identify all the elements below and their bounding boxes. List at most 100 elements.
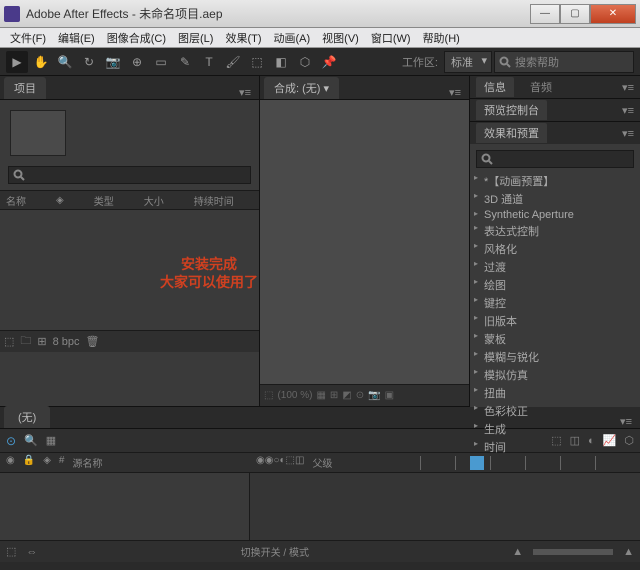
effect-category[interactable]: 扭曲 [470, 384, 640, 402]
menu-help[interactable]: 帮助(H) [417, 28, 466, 48]
hand-tool[interactable]: ✋ [30, 51, 52, 73]
eye-col-icon[interactable]: ◉ [6, 455, 15, 470]
toggle-switches-icon[interactable]: ⬚ [6, 545, 16, 558]
menu-window[interactable]: 窗口(W) [365, 28, 417, 48]
tab-info[interactable]: 信息 [476, 77, 514, 97]
effects-search[interactable] [476, 150, 634, 168]
interpret-icon[interactable]: ⬚ [4, 335, 14, 348]
lock-col-icon[interactable]: 🔒 [23, 455, 35, 470]
effect-category[interactable]: 色彩校正 [470, 402, 640, 420]
comp-mini-icon[interactable]: ▦ [46, 434, 56, 447]
eraser-tool[interactable]: ◧ [270, 51, 292, 73]
rect-tool[interactable]: ▭ [150, 51, 172, 73]
zoom-slider-in-icon[interactable]: ▲ [623, 546, 634, 558]
effect-category[interactable]: 表达式控制 [470, 222, 640, 240]
menu-animation[interactable]: 动画(A) [268, 28, 317, 48]
new-comp-icon[interactable]: ⊞ [37, 335, 46, 348]
camera-tool[interactable]: 📷 [102, 51, 124, 73]
magnify-icon[interactable]: ⬚ [264, 390, 273, 401]
zoom-value[interactable]: (100 %) [277, 390, 312, 401]
effect-category[interactable]: 旧版本 [470, 312, 640, 330]
preview-menu-icon[interactable]: ▾≡ [622, 104, 634, 117]
maximize-button[interactable]: ▢ [560, 4, 590, 24]
rotate-tool[interactable]: ↻ [78, 51, 100, 73]
tab-audio[interactable]: 音频 [522, 77, 560, 97]
tab-preview[interactable]: 预览控制台 [476, 100, 547, 120]
project-panel-menu-icon[interactable]: ▾≡ [235, 86, 255, 99]
brush-tool[interactable]: 🖌 [222, 51, 244, 73]
text-tool[interactable]: T [198, 51, 220, 73]
time-indicator[interactable] [470, 456, 484, 470]
effect-category[interactable]: 蒙板 [470, 330, 640, 348]
tab-timeline[interactable]: (无) [4, 406, 50, 428]
effects-menu-icon[interactable]: ▾≡ [622, 127, 634, 140]
time-icon[interactable]: ⊙ [356, 390, 364, 401]
effect-category[interactable]: 风格化 [470, 240, 640, 258]
pen-tool[interactable]: ✎ [174, 51, 196, 73]
grid-icon[interactable]: ⊞ [330, 390, 338, 401]
effect-category[interactable]: Synthetic Aperture [470, 208, 640, 222]
col-duration[interactable]: 持续时间 [194, 193, 234, 208]
menu-effect[interactable]: 效果(T) [219, 28, 267, 48]
effect-category[interactable]: 键控 [470, 294, 640, 312]
tab-composition[interactable]: 合成: (无) ▾ [264, 77, 339, 99]
composition-viewer[interactable] [260, 100, 469, 384]
layer-list[interactable] [0, 473, 250, 540]
close-button[interactable]: ✕ [590, 4, 636, 24]
time-ruler[interactable] [420, 456, 630, 470]
effect-category[interactable]: 生成 [470, 420, 640, 438]
help-search-placeholder: 搜索帮助 [515, 54, 559, 70]
info-menu-icon[interactable]: ▾≡ [622, 81, 634, 94]
menu-compose[interactable]: 图像合成(C) [101, 28, 172, 48]
col-source[interactable]: 源名称 [72, 455, 102, 470]
col-parent[interactable]: 父级 [312, 455, 332, 470]
minimize-button[interactable]: — [530, 4, 560, 24]
workspace-dropdown[interactable]: 标准 [444, 51, 492, 73]
resolution-icon[interactable]: ▦ [316, 390, 325, 401]
anchor-tool[interactable]: ⊕ [126, 51, 148, 73]
stamp-tool[interactable]: ⬚ [246, 51, 268, 73]
menu-view[interactable]: 视图(V) [316, 28, 365, 48]
effect-category[interactable]: 时间 [470, 438, 640, 456]
puppet-tool[interactable]: 📌 [318, 51, 340, 73]
timeline-body[interactable] [0, 473, 640, 540]
effect-category[interactable]: 绘图 [470, 276, 640, 294]
project-search[interactable] [8, 166, 251, 184]
menu-edit[interactable]: 编辑(E) [52, 28, 101, 48]
label-col-icon[interactable]: ◈ [43, 455, 51, 470]
switches-icon[interactable]: ◉◉○◐⬚◫ [256, 455, 304, 470]
toggle-mode-button[interactable]: 切换开关 / 模式 [241, 544, 309, 559]
effect-category[interactable]: 3D 通道 [470, 190, 640, 208]
snapshot-icon[interactable]: 📷 [368, 390, 380, 401]
project-list[interactable]: 安装完成 大家可以使用了 [0, 210, 259, 330]
bpc-button[interactable]: 8 bpc [53, 336, 80, 348]
selection-tool[interactable]: ▶ [6, 51, 28, 73]
folder-icon[interactable]: 🗀 [20, 332, 31, 351]
roto-tool[interactable]: ⬡ [294, 51, 316, 73]
effect-category[interactable]: 模糊与锐化 [470, 348, 640, 366]
zoom-slider-out-icon[interactable]: ▲ [512, 546, 523, 558]
col-size[interactable]: 大小 [144, 193, 164, 208]
window-title: Adobe After Effects - 未命名项目.aep [26, 5, 530, 22]
zoom-slider[interactable] [533, 549, 613, 555]
menu-file[interactable]: 文件(F) [4, 28, 52, 48]
timecode[interactable]: ⊙ [6, 434, 16, 448]
comp-panel-menu-icon[interactable]: ▾≡ [445, 86, 465, 99]
tab-project[interactable]: 项目 [4, 77, 46, 99]
channel-icon[interactable]: ▣ [385, 390, 394, 401]
col-tag-icon[interactable]: ◈ [56, 195, 64, 206]
menu-layer[interactable]: 图层(L) [172, 28, 219, 48]
effect-category[interactable]: *【动画预置】 [470, 172, 640, 190]
expand-icon[interactable]: ⇔ [26, 546, 37, 558]
zoom-tool[interactable]: 🔍 [54, 51, 76, 73]
col-type[interactable]: 类型 [94, 193, 114, 208]
help-search[interactable]: 搜索帮助 [494, 51, 634, 73]
col-name[interactable]: 名称 [6, 193, 26, 208]
search-icon[interactable]: 🔍 [24, 434, 38, 447]
mask-icon[interactable]: ◩ [342, 390, 351, 401]
trash-icon[interactable]: 🗑 [86, 335, 100, 348]
effect-category[interactable]: 过渡 [470, 258, 640, 276]
timeline-tracks[interactable] [250, 473, 640, 540]
effect-category[interactable]: 模拟仿真 [470, 366, 640, 384]
tab-effects[interactable]: 效果和预置 [476, 123, 547, 143]
